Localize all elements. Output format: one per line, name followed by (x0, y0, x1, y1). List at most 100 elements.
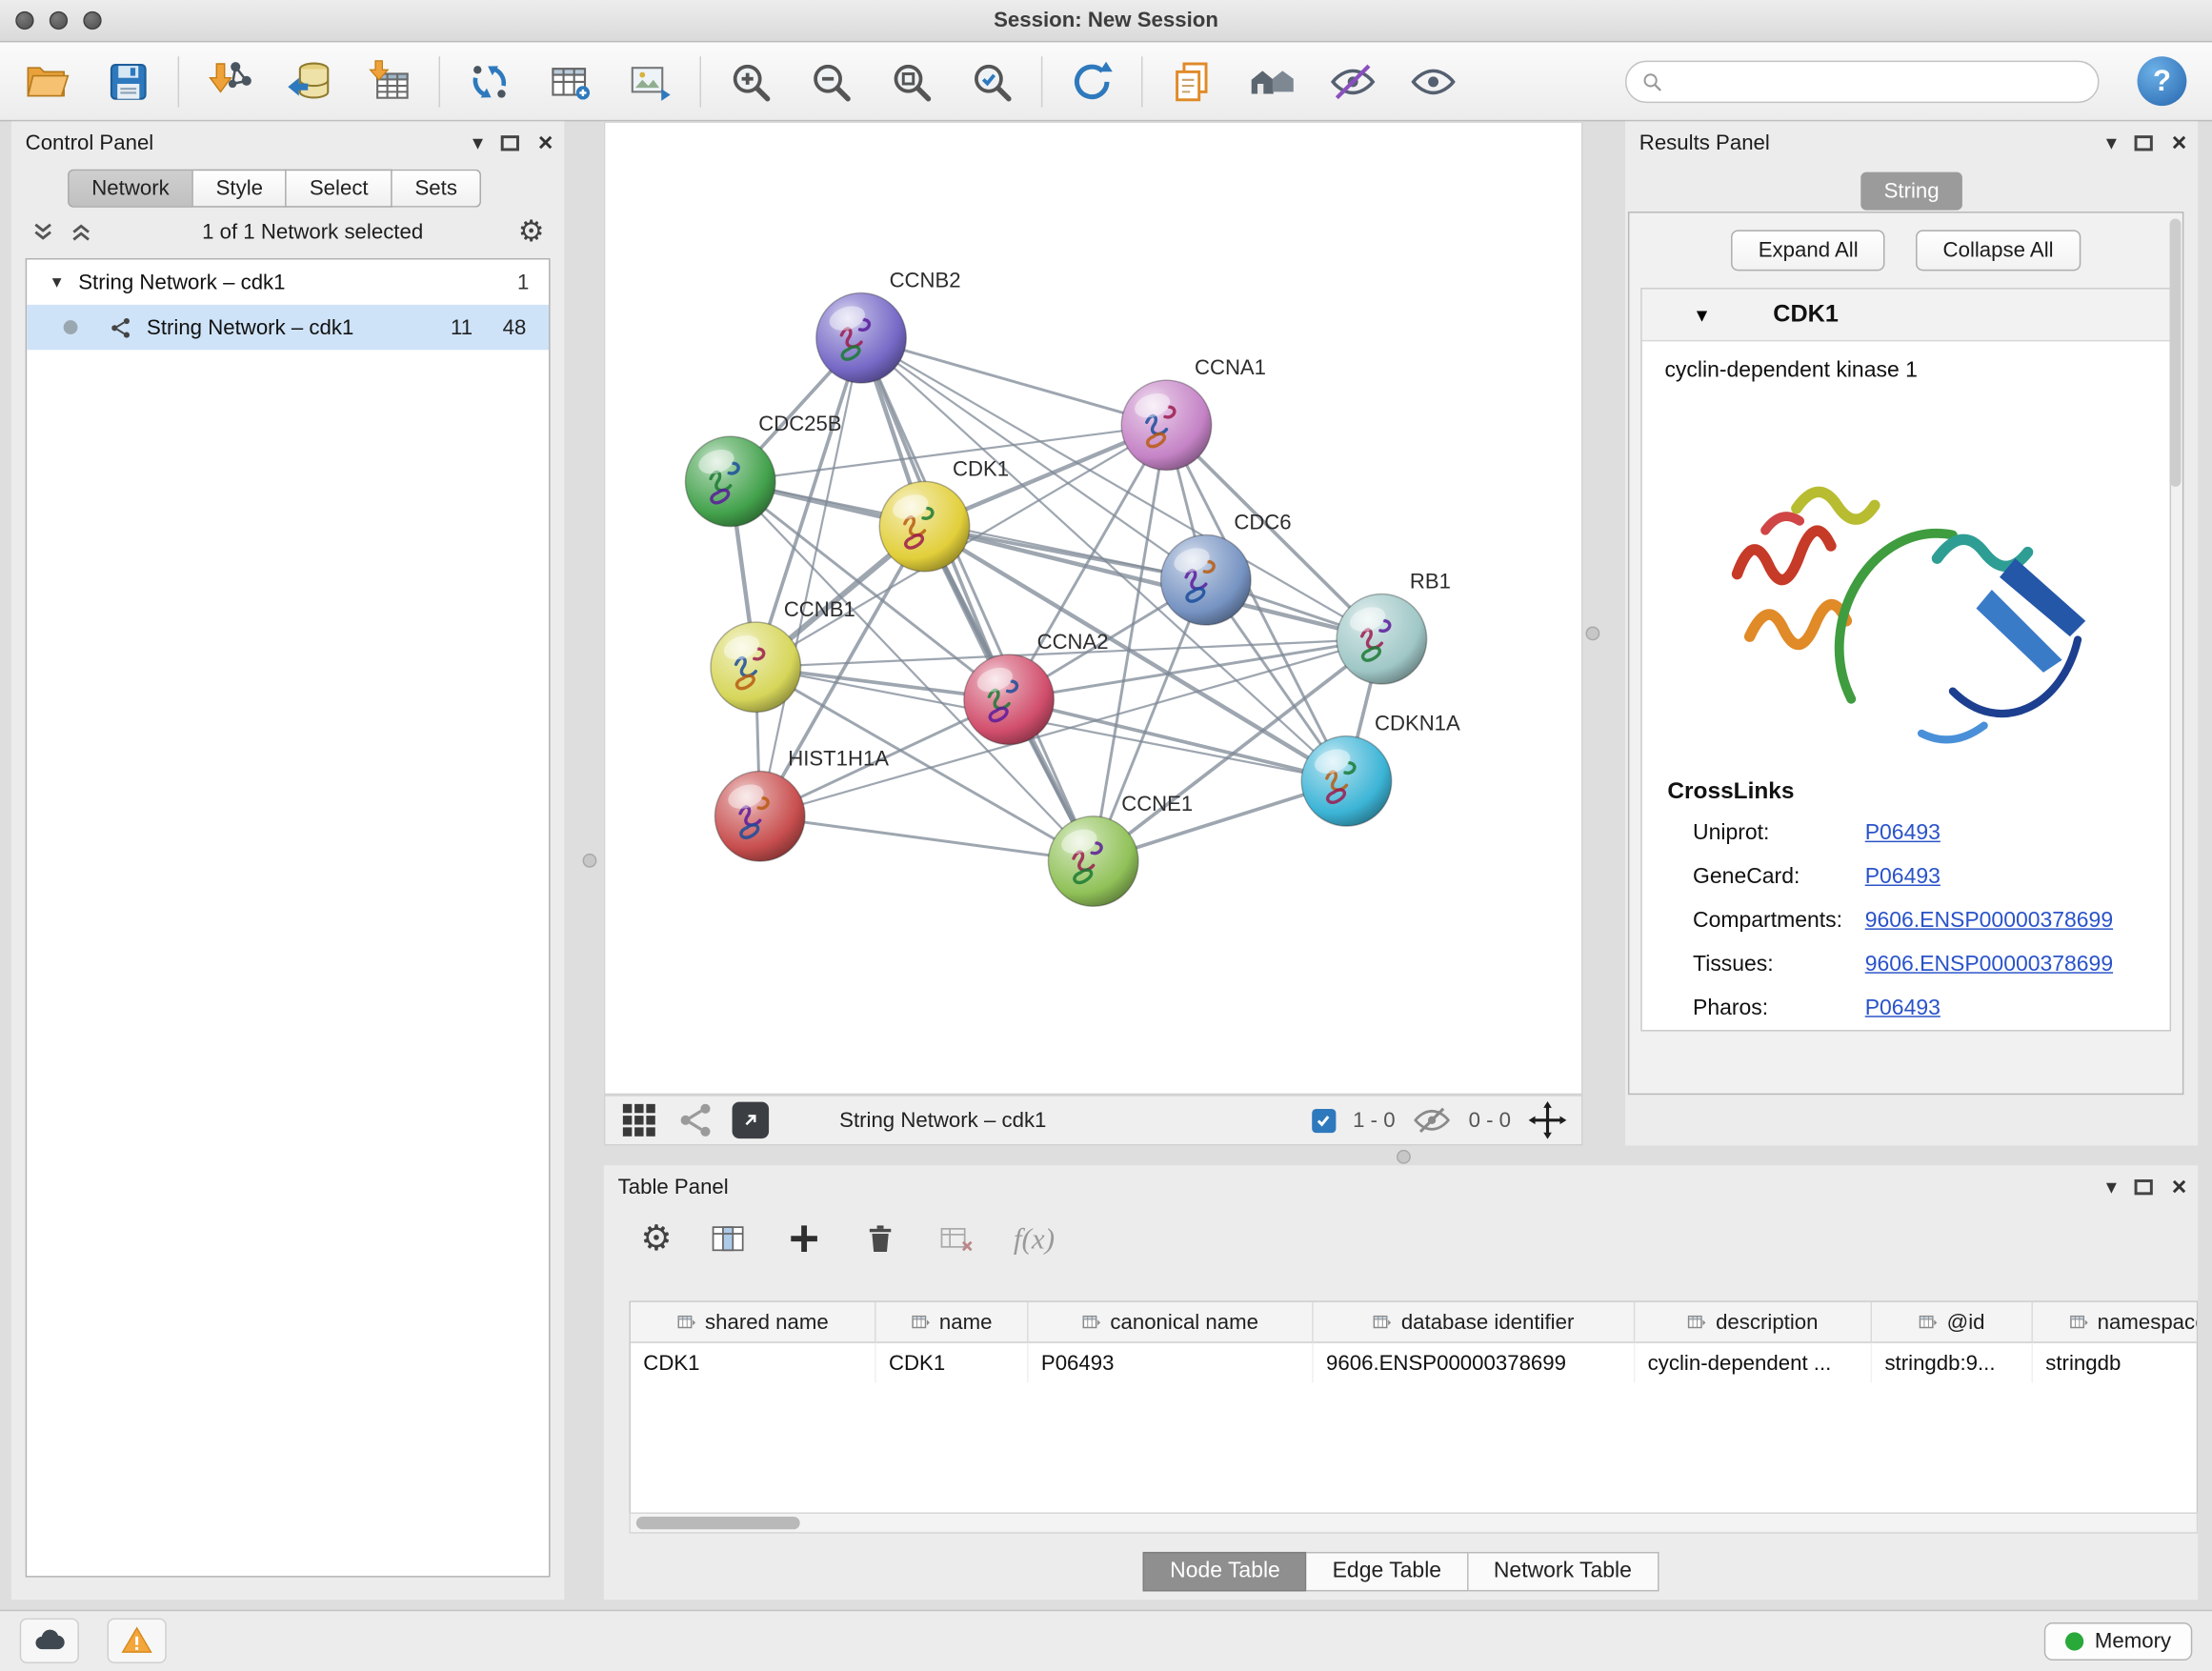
column-header-description[interactable]: description (1635, 1302, 1872, 1343)
column-header-database-identifier[interactable]: database identifier (1314, 1302, 1636, 1343)
table-row[interactable]: CDK1CDK1P064939606.ENSP00000378699cyclin… (631, 1343, 2197, 1382)
network-edge-CCNB2-CCNA1[interactable] (861, 338, 1166, 426)
tab-network-table[interactable]: Network Table (1468, 1552, 1659, 1591)
zoom-fit-icon[interactable] (880, 50, 942, 112)
network-edge-HIST1H1A-CCNE1[interactable] (760, 816, 1094, 861)
tab-sets[interactable]: Sets (392, 170, 481, 208)
clone-network-icon[interactable] (458, 50, 520, 112)
gear-icon[interactable]: ⚙ (518, 216, 545, 246)
crosslink-link[interactable]: P06493 (1865, 864, 1941, 890)
pan-move-icon[interactable] (1528, 1100, 1567, 1139)
zoom-in-icon[interactable] (719, 50, 781, 112)
copy-document-icon[interactable] (1161, 50, 1223, 112)
network-edge-CCNA2-CDKN1A[interactable] (1009, 699, 1346, 781)
zoom-window-icon[interactable] (83, 11, 101, 30)
right-splitter-handle[interactable] (1586, 627, 1600, 641)
panel-close-icon[interactable]: × (2172, 130, 2187, 155)
help-icon[interactable]: ? (2138, 56, 2187, 106)
select-columns-icon[interactable] (709, 1218, 748, 1258)
network-row[interactable]: String Network – cdk1 11 48 (27, 305, 549, 350)
network-table-icon[interactable] (539, 50, 601, 112)
table-cell[interactable]: CDK1 (631, 1343, 876, 1382)
network-node-CDKN1A[interactable]: CDKN1A (1301, 712, 1460, 826)
crosslink-link[interactable]: P06493 (1865, 996, 1941, 1021)
left-splitter-handle[interactable] (583, 854, 597, 868)
save-session-icon[interactable] (97, 50, 159, 112)
crosslink-link[interactable]: P06493 (1865, 820, 1941, 846)
protein-card-header[interactable]: ▼ CDK1 (1642, 290, 2170, 342)
table-hscrollbar-thumb[interactable] (636, 1517, 800, 1529)
minimize-window-icon[interactable] (50, 11, 68, 30)
column-header-canonical-name[interactable]: canonical name (1029, 1302, 1314, 1343)
column-header-shared-name[interactable]: shared name (631, 1302, 876, 1343)
network-canvas[interactable]: CCNB2CCNA1CDC25BCDK1CDC6RB1CCNB1CCNA2CDK… (604, 121, 1583, 1095)
network-edge-CCNB2-CCNE1[interactable] (861, 338, 1094, 861)
refresh-layout-icon[interactable] (1061, 50, 1123, 112)
bottom-splitter-handle[interactable] (1397, 1150, 1411, 1164)
panel-menu-icon[interactable]: ▾ (2106, 1176, 2117, 1197)
panel-close-icon[interactable]: × (2172, 1174, 2187, 1199)
search-input[interactable] (1672, 69, 2083, 94)
network-graph[interactable]: CCNB2CCNA1CDC25BCDK1CDC6RB1CCNB1CCNA2CDK… (605, 123, 1581, 1094)
table-hscrollbar[interactable] (629, 1513, 2198, 1534)
disclosure-icon[interactable]: ▼ (1693, 306, 1711, 324)
network-collection-row[interactable]: ▾ String Network – cdk1 1 (27, 259, 549, 304)
table-settings-gear-icon[interactable]: ⚙ (640, 1221, 672, 1257)
panel-float-icon[interactable] (501, 134, 519, 150)
table-cell[interactable]: P06493 (1029, 1343, 1314, 1382)
tab-style[interactable]: Style (193, 170, 287, 208)
zoom-out-icon[interactable] (800, 50, 862, 112)
tab-network[interactable]: Network (68, 170, 193, 208)
network-node-CCNA1[interactable]: CCNA1 (1121, 355, 1266, 470)
table-cell[interactable]: 9606.ENSP00000378699 (1314, 1343, 1636, 1382)
panel-float-icon[interactable] (2135, 134, 2153, 150)
results-scrollbar[interactable] (2170, 219, 2182, 487)
collapse-tree-icon[interactable] (70, 219, 93, 243)
export-image-icon[interactable] (619, 50, 681, 112)
network-node-CCNB1[interactable]: CCNB1 (711, 597, 855, 712)
panel-float-icon[interactable] (2135, 1178, 2153, 1194)
network-edge-CCNB2-HIST1H1A[interactable] (760, 338, 861, 816)
network-node-CDC6[interactable]: CDC6 (1161, 511, 1292, 625)
delete-column-icon[interactable] (861, 1218, 900, 1258)
panel-menu-icon[interactable]: ▾ (2106, 131, 2117, 152)
table-cell[interactable]: stringdb:9... (1872, 1343, 2033, 1382)
import-table-icon[interactable] (358, 50, 420, 112)
column-header-namespace[interactable]: namespace (2033, 1302, 2198, 1343)
panel-close-icon[interactable]: × (538, 130, 553, 155)
tree-expander-icon[interactable]: ▾ (52, 271, 62, 293)
memory-button[interactable]: Memory (2044, 1622, 2193, 1661)
import-network-icon[interactable] (197, 50, 259, 112)
collapse-all-button[interactable]: Collapse All (1916, 230, 2080, 271)
window-controls[interactable] (15, 11, 101, 30)
table-cell[interactable]: stringdb (2033, 1343, 2198, 1382)
network-node-RB1[interactable]: RB1 (1337, 570, 1451, 684)
zoom-selected-icon[interactable] (960, 50, 1022, 112)
annotation-eye-icon[interactable] (1322, 50, 1384, 112)
tab-edge-table[interactable]: Edge Table (1307, 1552, 1468, 1591)
table-cell[interactable]: CDK1 (876, 1343, 1029, 1382)
crosslink-link[interactable]: 9606.ENSP00000378699 (1865, 908, 2113, 934)
network-node-CCNB2[interactable]: CCNB2 (816, 269, 961, 383)
open-session-icon[interactable] (17, 50, 79, 112)
close-window-icon[interactable] (15, 11, 33, 30)
tab-node-table[interactable]: Node Table (1143, 1552, 1307, 1591)
column-header--id[interactable]: @id (1872, 1302, 2033, 1343)
expand-all-button[interactable]: Expand All (1732, 230, 1885, 271)
expand-tree-icon[interactable] (31, 219, 55, 243)
network-node-CDK1[interactable]: CDK1 (879, 456, 1009, 571)
selected-checkbox-icon[interactable] (1312, 1108, 1336, 1132)
cloud-icon[interactable] (20, 1619, 79, 1663)
network-node-HIST1H1A[interactable]: HIST1H1A (714, 747, 889, 861)
warning-icon[interactable] (108, 1619, 167, 1663)
panel-menu-icon[interactable]: ▾ (473, 131, 483, 152)
import-database-icon[interactable] (278, 50, 340, 112)
home-view-icon[interactable] (1241, 50, 1303, 112)
tab-select[interactable]: Select (287, 170, 392, 208)
open-in-string-icon[interactable] (733, 1102, 770, 1139)
show-graphics-eye-icon[interactable] (1402, 50, 1464, 112)
table-cell[interactable]: cyclin-dependent ... (1635, 1343, 1872, 1382)
tab-string[interactable]: String (1861, 172, 1961, 211)
grid-view-icon[interactable] (619, 1100, 658, 1139)
crosslink-link[interactable]: 9606.ENSP00000378699 (1865, 952, 2113, 977)
